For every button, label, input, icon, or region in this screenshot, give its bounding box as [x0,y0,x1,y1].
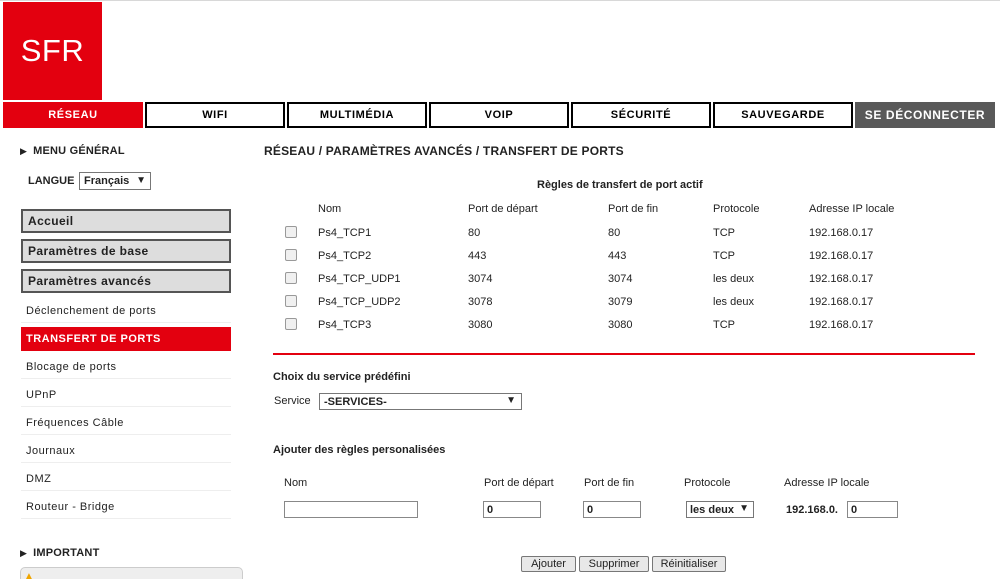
triangle-right-icon: ▶ [20,146,28,156]
row-checkbox[interactable] [285,226,297,238]
breadcrumb: RÉSEAU / PARAMÈTRES AVANCÉS / TRANSFERT … [264,144,624,158]
rule-name: Ps4_TCP3 [318,319,372,331]
row-checkbox[interactable] [285,318,297,330]
rule-port-end: 3079 [608,296,633,308]
service-select-value: -SERVICES- [324,395,387,408]
sidebar-item-routeur-bridge[interactable]: Routeur - Bridge [21,495,231,519]
col-header-nom: Nom [318,203,342,215]
triangle-right-icon: ▶ [20,548,28,558]
language-value: Français [84,175,130,187]
table-row: Ps4_TCP1 80 80 TCP 192.168.0.17 [0,224,1000,246]
col-header-protocole: Protocole [713,203,760,215]
protocol-select-value: les deux [690,503,735,516]
important-header[interactable]: ▶ IMPORTANT [20,547,100,559]
important-box [20,567,243,579]
rule-ip: 192.168.0.17 [809,296,874,308]
service-label: Service [274,395,311,407]
table-row: Ps4_TCP3 3080 3080 TCP 192.168.0.17 [0,316,1000,338]
rule-protocol: les deux [713,273,754,285]
rule-name: Ps4_TCP2 [318,250,372,262]
custom-col-protocole: Protocole [684,477,731,489]
custom-col-port-fin: Port de fin [584,477,635,489]
dropdown-arrow-icon: ▼ [136,175,146,186]
menu-general-header[interactable]: ▶ MENU GÉNÉRAL [20,145,125,157]
language-select[interactable]: Français ▼ [79,172,151,190]
row-checkbox[interactable] [285,295,297,307]
rule-protocol: TCP [713,250,735,262]
row-checkbox[interactable] [285,272,297,284]
tab-multimedia[interactable]: MULTIMÉDIA [287,102,427,128]
warning-icon: ▲ [24,571,34,579]
col-header-ip: Adresse IP locale [809,203,895,215]
rule-port-start: 3080 [468,319,493,331]
custom-port-start-input[interactable]: 0 [483,501,541,518]
custom-name-input[interactable] [284,501,418,518]
custom-col-ip: Adresse IP locale [784,477,870,489]
rule-port-start: 443 [468,250,487,262]
rule-port-start: 80 [468,227,481,239]
dropdown-arrow-icon: ▼ [506,395,516,406]
delete-button[interactable]: Supprimer [579,556,649,572]
rule-protocol: TCP [713,227,735,239]
top-divider [0,0,1000,1]
rule-name: Ps4_TCP_UDP1 [318,273,401,285]
sidebar-item-journaux[interactable]: Journaux [21,439,231,463]
custom-ip-last-octet-input[interactable]: 0 [847,501,898,518]
custom-rules-title: Ajouter des règles personalisées [273,444,446,456]
tab-reseau[interactable]: RÉSEAU [3,102,143,128]
rule-ip: 192.168.0.17 [809,273,874,285]
ip-prefix: 192.168.0. [786,504,838,516]
col-header-port-depart: Port de départ [468,203,538,215]
tab-securite[interactable]: SÉCURITÉ [571,102,711,128]
tab-wifi[interactable]: WIFI [145,102,285,128]
rule-name: Ps4_TCP1 [318,227,372,239]
rule-port-end: 443 [608,250,627,262]
table-row: Ps4_TCP_UDP2 3078 3079 les deux 192.168.… [0,293,1000,315]
service-select[interactable]: -SERVICES- ▼ [319,393,522,410]
sfr-logo: SFR [3,2,102,100]
tab-voip[interactable]: VOIP [429,102,569,128]
main-nav: RÉSEAU WIFI MULTIMÉDIA VOIP SÉCURITÉ SAU… [3,102,998,128]
sidebar-item-blocage[interactable]: Blocage de ports [21,355,231,379]
table-row: Ps4_TCP_UDP1 3074 3074 les deux 192.168.… [0,270,1000,292]
language-label: LANGUE [28,175,75,187]
dropdown-arrow-icon: ▼ [739,503,749,514]
rule-ip: 192.168.0.17 [809,227,874,239]
rule-port-end: 80 [608,227,621,239]
rule-port-start: 3074 [468,273,493,285]
rule-port-end: 3080 [608,319,633,331]
rule-ip: 192.168.0.17 [809,319,874,331]
reset-button[interactable]: Réinitialiser [652,556,726,572]
predefined-service-title: Choix du service prédéfini [273,371,411,383]
custom-col-port-depart: Port de départ [484,477,554,489]
sidebar-item-dmz[interactable]: DMZ [21,467,231,491]
row-checkbox[interactable] [285,249,297,261]
rule-port-start: 3078 [468,296,493,308]
important-label: IMPORTANT [33,547,100,559]
rule-protocol: TCP [713,319,735,331]
tab-sauvegarde[interactable]: SAUVEGARDE [713,102,853,128]
sidebar-item-frequences[interactable]: Fréquences Câble [21,411,231,435]
menu-general-label: MENU GÉNÉRAL [33,145,125,157]
logout-button[interactable]: SE DÉCONNECTER [855,102,995,128]
table-row: Ps4_TCP2 443 443 TCP 192.168.0.17 [0,247,1000,269]
rule-ip: 192.168.0.17 [809,250,874,262]
custom-col-nom: Nom [284,477,308,489]
add-button[interactable]: Ajouter [521,556,576,572]
custom-port-end-input[interactable]: 0 [583,501,641,518]
col-header-port-fin: Port de fin [608,203,659,215]
sidebar-item-upnp[interactable]: UPnP [21,383,231,407]
custom-protocol-select[interactable]: les deux ▼ [686,501,754,518]
rule-protocol: les deux [713,296,754,308]
rule-name: Ps4_TCP_UDP2 [318,296,401,308]
section-divider [273,353,975,355]
rule-port-end: 3074 [608,273,633,285]
active-rules-title: Règles de transfert de port actif [537,179,703,191]
